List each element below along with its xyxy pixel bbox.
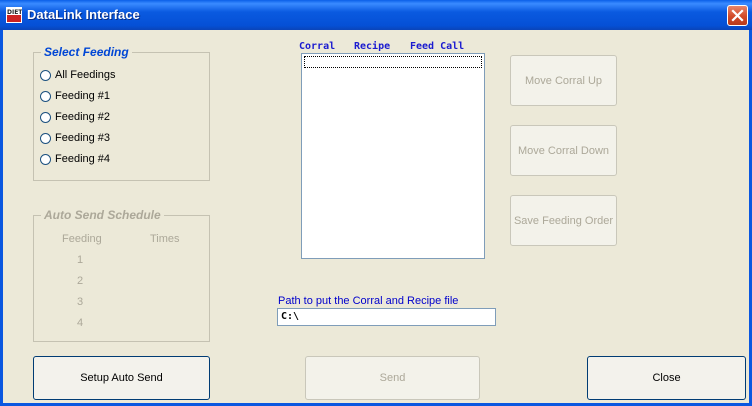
radio-label: Feeding #1 — [55, 90, 111, 102]
schedule-row-number: 3 — [77, 296, 84, 308]
radio-button[interactable] — [40, 133, 51, 144]
svg-text:DIET: DIET — [7, 9, 22, 16]
auto-send-schedule-legend: Auto Send Schedule — [41, 208, 164, 222]
radio-button[interactable] — [40, 154, 51, 165]
corral-column-header: Corral — [299, 41, 336, 52]
radio-label: Feeding #4 — [55, 153, 111, 165]
schedule-row-number: 1 — [77, 254, 84, 266]
close-window-button[interactable] — [727, 5, 748, 26]
app-icon: DIET — [6, 7, 22, 23]
app-window: DIET DataLink Interface Select Feeding A… — [0, 0, 752, 406]
client-area: Select Feeding All Feedings Feeding #1 F… — [3, 30, 749, 403]
radio-label: Feeding #3 — [55, 132, 111, 144]
move-corral-down-button[interactable]: Move Corral Down — [510, 125, 617, 176]
send-button[interactable]: Send — [305, 356, 480, 400]
title-bar[interactable]: DIET DataLink Interface — [0, 0, 752, 30]
schedule-row-number: 4 — [77, 317, 84, 329]
radio-label: All Feedings — [55, 69, 116, 81]
radio-button[interactable] — [40, 91, 51, 102]
feeding-column-header: Feeding — [62, 233, 102, 245]
select-feeding-legend: Select Feeding — [41, 45, 132, 59]
close-icon — [731, 9, 744, 22]
auto-send-schedule-group: Auto Send Schedule Feeding Times 1 2 3 4 — [33, 208, 210, 342]
select-feeding-group: Select Feeding All Feedings Feeding #1 F… — [33, 45, 210, 181]
path-label: Path to put the Corral and Recipe file — [278, 295, 459, 307]
close-button[interactable]: Close — [587, 356, 746, 400]
radio-label: Feeding #2 — [55, 111, 111, 123]
schedule-row-number: 2 — [77, 275, 84, 287]
path-input[interactable]: C:\ — [277, 308, 496, 326]
list-focus-row[interactable] — [304, 56, 482, 68]
recipe-column-header: Recipe — [354, 41, 391, 52]
window-title: DataLink Interface — [27, 7, 140, 22]
move-corral-up-button[interactable]: Move Corral Up — [510, 55, 617, 106]
save-feeding-order-button[interactable]: Save Feeding Order — [510, 195, 617, 246]
feed-call-column-header: Feed Call — [410, 41, 465, 52]
radio-button[interactable] — [40, 112, 51, 123]
setup-auto-send-button[interactable]: Setup Auto Send — [33, 356, 210, 400]
times-column-header: Times — [150, 233, 180, 245]
radio-button[interactable] — [40, 70, 51, 81]
corral-list[interactable] — [301, 53, 485, 259]
